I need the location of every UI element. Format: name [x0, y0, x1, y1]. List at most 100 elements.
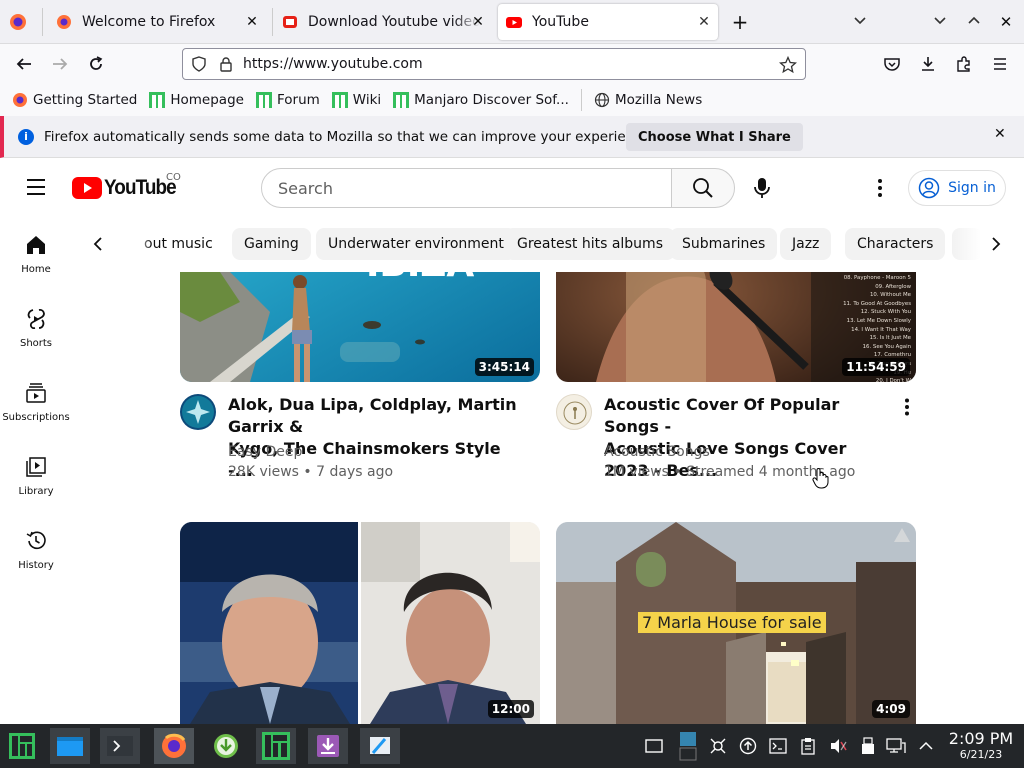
close-window-icon[interactable]: ✕ [996, 10, 1016, 34]
virtual-desktop-pager-icon[interactable] [678, 730, 698, 762]
home-icon [27, 236, 45, 254]
video-duration: 4:09 [872, 700, 910, 718]
chip-underwater-environment[interactable]: Underwater environment [316, 228, 516, 260]
maximize-icon[interactable] [966, 12, 982, 28]
manjaro-icon [393, 92, 410, 108]
firefox-taskbar-icon[interactable] [154, 728, 194, 764]
network-wired-icon[interactable] [886, 736, 906, 756]
search-button[interactable] [671, 168, 735, 208]
guide-menu-icon[interactable] [26, 178, 46, 196]
screenshot-tool-icon[interactable] [360, 728, 400, 764]
downloads-icon[interactable] [916, 52, 940, 76]
file-manager-icon[interactable] [50, 728, 90, 764]
youtube-play-icon [72, 177, 102, 199]
volume-muted-icon[interactable] [828, 736, 848, 756]
manjaro-settings-icon[interactable] [256, 728, 296, 764]
new-tab-icon[interactable]: + [730, 10, 750, 34]
bookmark-discover[interactable]: Manjaro Discover Sof... [393, 92, 569, 108]
sidebar-item-label: Subscriptions [2, 412, 70, 423]
sidebar-item-library[interactable]: Library [0, 456, 72, 530]
url-bar[interactable]: https://www.youtube.com [182, 48, 806, 80]
application-launcher-icon[interactable] [2, 728, 42, 764]
update-notifier-icon[interactable] [738, 736, 758, 756]
chip-about-music[interactable]: out music [134, 228, 225, 260]
close-tab-icon[interactable]: ✕ [242, 12, 262, 32]
tab-youtube[interactable]: YouTube ✕ [498, 4, 718, 40]
sidebar-item-home[interactable]: Home [0, 234, 72, 308]
firefox-icon [56, 14, 72, 30]
account-icon [918, 177, 940, 199]
close-tab-icon[interactable]: ✕ [468, 12, 488, 32]
lock-icon[interactable] [219, 56, 233, 72]
close-notification-icon[interactable]: ✕ [994, 126, 1006, 142]
sidebar-item-shorts[interactable]: Shorts [0, 308, 72, 382]
youtube-icon [506, 14, 522, 30]
notification-text: Firefox automatically sends some data to… [44, 128, 655, 145]
thumbnail-overlay-text: 7 Marla House for sale [638, 612, 826, 633]
console-icon[interactable] [768, 736, 788, 756]
chip-greatest-hits-albums[interactable]: Greatest hits albums [505, 228, 675, 260]
shield-icon[interactable] [191, 56, 207, 72]
video-channel-name[interactable]: Acoustic Songs [604, 442, 710, 462]
sidebar-item-subscriptions[interactable]: Subscriptions [0, 382, 72, 456]
bookmark-mozilla-news[interactable]: Mozilla News [594, 92, 702, 108]
bookmark-wiki[interactable]: Wiki [331, 92, 381, 108]
chip-gaming[interactable]: Gaming [232, 228, 311, 260]
network-settings-icon[interactable] [708, 736, 728, 756]
video-thumbnail[interactable]: 12:00 [180, 522, 540, 724]
chevron-right-icon[interactable] [990, 236, 1002, 252]
clock-date: 6/21/23 [959, 748, 1003, 761]
firefox-view-button[interactable] [8, 12, 30, 32]
video-channel-name[interactable]: Easy Deep [228, 442, 302, 462]
tab-strip: Welcome to Firefox ✕ Download Youtube vi… [0, 0, 1024, 44]
channel-avatar[interactable] [180, 394, 216, 430]
extensions-icon[interactable] [952, 52, 976, 76]
tracklist-line: 16. See You Again [862, 343, 911, 350]
reload-icon[interactable] [84, 52, 108, 76]
pocket-icon[interactable] [880, 52, 904, 76]
clipboard-icon[interactable] [798, 736, 818, 756]
chip-characters[interactable]: Characters [845, 228, 946, 260]
digital-clock[interactable]: 2:09 PM 6/21/23 [946, 730, 1016, 762]
package-installer-icon[interactable] [308, 728, 348, 764]
sidebar-item-history[interactable]: History [0, 530, 72, 604]
bookmark-getting-started[interactable]: Getting Started [12, 92, 137, 108]
bookmark-homepage[interactable]: Homepage [149, 92, 244, 108]
chip-jazz[interactable]: Jazz [780, 228, 832, 260]
terminal-icon[interactable] [100, 728, 140, 764]
bookmark-label: Manjaro Discover Sof... [414, 92, 569, 108]
back-icon[interactable] [12, 52, 36, 76]
choose-what-i-share-button[interactable]: Choose What I Share [626, 123, 803, 151]
list-tabs-icon[interactable] [852, 12, 868, 28]
show-desktop-icon[interactable] [644, 736, 664, 756]
chip-submarines[interactable]: Submarines [670, 228, 778, 260]
chevron-left-icon[interactable] [92, 236, 104, 252]
video-thumbnail[interactable]: 08. Payphone - Maroon 5 09. Afterglow 10. … [556, 272, 916, 382]
menu-icon[interactable] [988, 52, 1012, 76]
software-update-icon[interactable] [206, 728, 246, 764]
expand-tray-icon[interactable] [916, 736, 936, 756]
video-menu-icon[interactable] [904, 398, 910, 416]
tab-download[interactable]: Download Youtube video f [274, 0, 496, 44]
more-options-icon[interactable] [876, 178, 884, 198]
manjaro-icon [331, 92, 348, 108]
video-metadata: 28K views • 7 days ago [228, 464, 394, 480]
download-icon [282, 14, 298, 30]
minimize-icon[interactable] [932, 12, 948, 28]
globe-icon [594, 92, 610, 108]
chip-label: Greatest hits albums [517, 236, 663, 252]
forward-icon[interactable] [48, 52, 72, 76]
microphone-icon[interactable] [754, 177, 770, 199]
tab-welcome[interactable]: Welcome to Firefox [48, 0, 270, 44]
close-tab-icon[interactable]: ✕ [694, 14, 714, 30]
channel-avatar[interactable] [556, 394, 592, 430]
video-thumbnail[interactable]: IBIZA 3:45:14 [180, 272, 540, 382]
search-input[interactable]: Search [261, 168, 672, 208]
country-code: CO [166, 172, 181, 183]
bookmark-label: Forum [276, 92, 320, 108]
removable-device-icon[interactable] [858, 736, 878, 756]
sign-in-button[interactable]: Sign in [908, 170, 1006, 206]
bookmark-forum[interactable]: Forum [255, 92, 320, 108]
video-thumbnail[interactable]: 7 Marla House for sale 4:09 [556, 522, 916, 724]
bookmark-star-icon[interactable] [779, 56, 797, 74]
